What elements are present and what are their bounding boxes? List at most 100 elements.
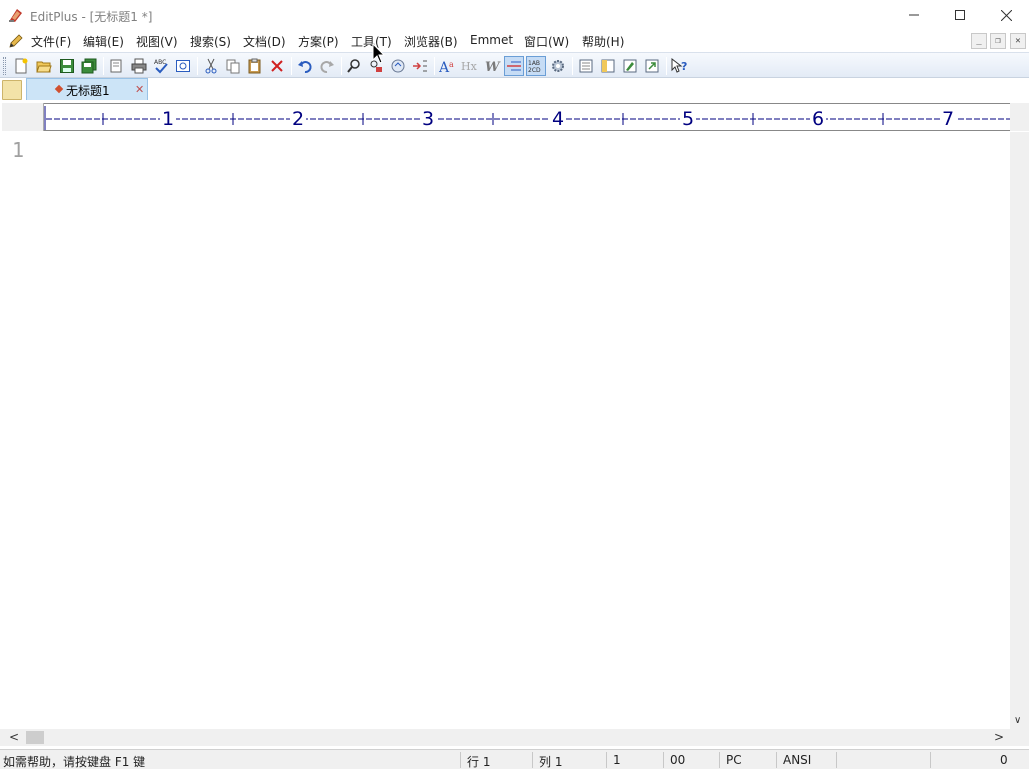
delete-button[interactable] — [267, 56, 287, 76]
menu-file[interactable]: 文件(F) — [31, 33, 71, 50]
mdi-minimize-button[interactable]: _ — [971, 33, 987, 49]
column-select-icon: 1AB2CD — [528, 60, 541, 74]
ruler-label: 3 — [422, 108, 434, 130]
goto-line-icon — [413, 60, 427, 72]
menu-document[interactable]: 文档(D) — [243, 33, 286, 50]
status-column[interactable]: 列 1 — [539, 753, 562, 769]
toolbar-separator — [291, 57, 292, 75]
scroll-left-icon[interactable]: < — [9, 730, 19, 744]
hex-viewer-button[interactable]: Hx — [460, 56, 480, 76]
vertical-scrollbar[interactable] — [1010, 132, 1029, 729]
scrollbar-corner: ∨ — [1010, 715, 1029, 746]
find-in-files-button[interactable] — [388, 56, 408, 76]
browser-preview-icon — [176, 60, 190, 72]
print-button[interactable] — [129, 56, 149, 76]
toolbar-separator — [434, 57, 435, 75]
toolbar-separator — [103, 57, 104, 75]
status-divider — [532, 752, 533, 768]
cut-icon — [205, 58, 217, 74]
ruler-label: 7 — [942, 108, 954, 130]
menu-help[interactable]: 帮助(H) — [582, 33, 624, 50]
line-number-toggle[interactable] — [504, 56, 524, 76]
close-icon: ✕ — [1015, 36, 1021, 46]
clip-text-icon — [579, 59, 593, 73]
new-file-button[interactable] — [11, 56, 31, 76]
menu-project[interactable]: 方案(P) — [298, 33, 339, 50]
maximize-button[interactable] — [937, 0, 983, 30]
status-encoding[interactable]: ANSI — [783, 753, 811, 767]
font-button[interactable]: Aa — [438, 56, 458, 76]
toolbar: ABC Aa Hx W 1AB 2CD ? — [0, 52, 1029, 78]
spell-check-button[interactable]: ABC — [151, 56, 171, 76]
spell-check-icon: ABC — [154, 59, 168, 74]
fullscreen-button[interactable] — [642, 56, 662, 76]
user-tool-button[interactable] — [620, 56, 640, 76]
find-button[interactable] — [344, 56, 364, 76]
tab-close-icon[interactable]: ✕ — [135, 83, 144, 96]
status-divider — [836, 752, 837, 768]
goto-line-button[interactable] — [410, 56, 430, 76]
ruler-right-pad — [1010, 103, 1029, 131]
minimize-button[interactable] — [891, 0, 937, 30]
print-preview-button[interactable] — [107, 56, 127, 76]
word-wrap-button[interactable]: W — [482, 56, 502, 76]
tab-untitled-1[interactable]: 无标题1 ✕ — [26, 78, 148, 100]
copy-button[interactable] — [223, 56, 243, 76]
svg-text:2CD: 2CD — [528, 67, 541, 74]
scroll-right-icon[interactable]: > — [994, 730, 1004, 744]
cut-button[interactable] — [201, 56, 221, 76]
undo-button[interactable] — [295, 56, 315, 76]
document-tab-bar: 无标题1 ✕ — [0, 78, 1029, 102]
preferences-button[interactable] — [548, 56, 568, 76]
menu-search[interactable]: 搜索(S) — [190, 33, 231, 50]
menu-view[interactable]: 视图(V) — [136, 33, 178, 50]
title-bar: EditPlus - [无标题1 *] — [0, 0, 1029, 30]
directory-toggle-button[interactable] — [2, 80, 22, 100]
editor-area[interactable]: 1 — [0, 132, 1010, 729]
ruler-graphic: 1 2 3 4 5 6 7 — [44, 106, 1010, 130]
toolbar-grip[interactable] — [3, 57, 6, 75]
ruler-label: 6 — [812, 108, 824, 130]
menu-edit[interactable]: 编辑(E) — [83, 33, 124, 50]
svg-text:Hx: Hx — [461, 60, 478, 73]
save-all-button[interactable] — [79, 56, 99, 76]
browser-preview-button[interactable] — [173, 56, 193, 76]
menu-browser[interactable]: 浏览器(B) — [404, 33, 458, 50]
undo-icon — [298, 61, 312, 73]
save-button[interactable] — [57, 56, 77, 76]
help-button[interactable]: ? — [670, 56, 690, 76]
redo-icon — [320, 61, 334, 73]
cliptext-button[interactable] — [576, 56, 596, 76]
restore-icon: ❐ — [995, 36, 1001, 46]
directory-window-button[interactable] — [598, 56, 618, 76]
close-button[interactable] — [983, 0, 1029, 30]
mdi-restore-button[interactable]: ❐ — [990, 33, 1006, 49]
status-bar: 如需帮助，请按键盘 F1 键 行 1 列 1 1 00 PC ANSI 0 — [0, 749, 1029, 769]
horizontal-scrollbar[interactable]: < > — [0, 729, 1010, 746]
svg-text:W: W — [485, 60, 501, 74]
paste-button[interactable] — [245, 56, 265, 76]
menu-emmet[interactable]: Emmet — [470, 33, 513, 47]
status-line-ending[interactable]: PC — [726, 753, 742, 767]
status-line[interactable]: 行 1 — [467, 753, 490, 769]
toolbar-separator — [666, 57, 667, 75]
status-divider — [930, 752, 931, 768]
status-file-size: 0 — [1000, 753, 1008, 767]
scroll-down-icon[interactable]: ∨ — [1014, 715, 1021, 726]
redo-button[interactable] — [317, 56, 337, 76]
ruler-label: 1 — [162, 108, 174, 130]
column-select-toggle[interactable]: 1AB 2CD — [526, 56, 546, 76]
maximize-icon — [955, 10, 965, 20]
font-icon: Aa — [439, 60, 454, 74]
scrollbar-thumb[interactable] — [26, 731, 44, 744]
editplus-app-icon — [9, 9, 22, 22]
settings-gear-icon — [552, 60, 564, 72]
svg-text:1AB: 1AB — [528, 60, 540, 67]
ruler-label: 5 — [682, 108, 694, 130]
menu-window[interactable]: 窗口(W) — [524, 33, 569, 50]
mdi-close-button[interactable]: ✕ — [1010, 33, 1026, 49]
tab-label: 无标题1 — [66, 84, 110, 98]
svg-text:a: a — [449, 60, 454, 69]
open-button[interactable] — [34, 56, 54, 76]
svg-text:?: ? — [681, 60, 687, 73]
